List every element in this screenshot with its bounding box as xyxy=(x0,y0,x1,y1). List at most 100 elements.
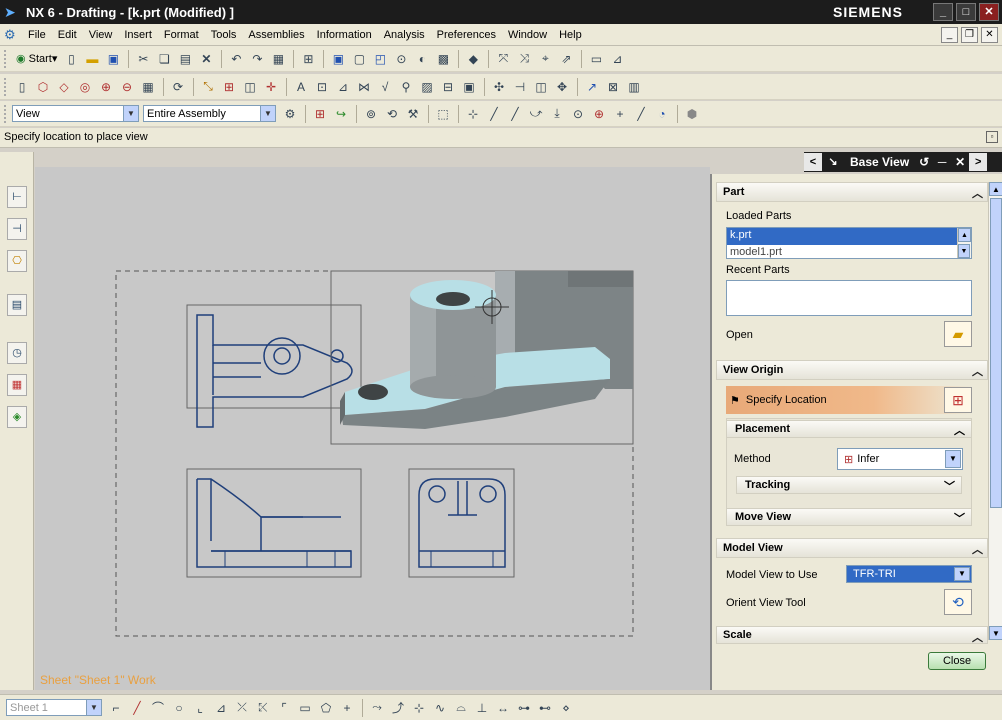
model-view-combo[interactable]: TFR-TRI ▼ xyxy=(846,565,972,583)
update-view-icon[interactable]: ⟳ xyxy=(168,77,188,97)
existing-point-snap-icon[interactable]: + xyxy=(610,104,630,124)
tool-icon[interactable]: ⚒ xyxy=(403,104,423,124)
detail-view-icon[interactable]: ◎ xyxy=(75,77,95,97)
doc-restore-button[interactable]: ❐ xyxy=(961,26,978,43)
pattern-icon[interactable]: ⊹ xyxy=(409,698,429,718)
delete-icon[interactable]: ✕ xyxy=(196,49,216,69)
open-folder-icon[interactable]: ▬ xyxy=(82,49,102,69)
menu-help[interactable]: Help xyxy=(553,29,588,41)
datum-icon[interactable]: ⊿ xyxy=(333,77,353,97)
menu-preferences[interactable]: Preferences xyxy=(431,29,502,41)
open-folder-button[interactable]: ▰ xyxy=(944,321,972,347)
endpoint-snap-icon[interactable]: ⊹ xyxy=(463,104,483,124)
corner-icon[interactable]: ⌜ xyxy=(274,698,294,718)
select-view-icon[interactable]: ⤧ xyxy=(493,49,513,69)
hidden-icon[interactable]: ⟲ xyxy=(382,104,402,124)
control-point-snap-icon[interactable]: ⤻ xyxy=(526,104,546,124)
profile-icon[interactable]: ⌐ xyxy=(106,698,126,718)
menu-tools[interactable]: Tools xyxy=(205,29,243,41)
rectangle-icon[interactable]: ▭ xyxy=(295,698,315,718)
weld-icon[interactable]: ⋈ xyxy=(354,77,374,97)
pan-icon[interactable]: ◰ xyxy=(370,49,390,69)
top-view[interactable] xyxy=(186,304,362,428)
surface-finish-icon[interactable]: √ xyxy=(375,77,395,97)
crosshair-icon[interactable]: ✛ xyxy=(261,77,281,97)
chevron-left-icon[interactable]: < xyxy=(804,153,822,171)
close-dialog-icon[interactable]: ✕ xyxy=(951,155,969,169)
point-on-surface-snap-icon[interactable]: ◔ xyxy=(652,104,672,124)
menu-window[interactable]: Window xyxy=(502,29,553,41)
fit-icon[interactable]: ▣ xyxy=(328,49,348,69)
trim-icon[interactable]: ⤫ xyxy=(232,698,252,718)
balloon-icon[interactable]: ⚲ xyxy=(396,77,416,97)
parts-list-icon[interactable]: ↗ xyxy=(582,77,602,97)
table-icon[interactable]: ⊟ xyxy=(438,77,458,97)
copy-icon[interactable]: ❏ xyxy=(154,49,174,69)
zoom-icon[interactable]: ▢ xyxy=(349,49,369,69)
cut-icon[interactable]: ✂ xyxy=(133,49,153,69)
base-view-icon[interactable]: ⬡ xyxy=(33,77,53,97)
section-view-icon[interactable]: ⊕ xyxy=(96,77,116,97)
auto-constraint-icon[interactable]: ⊶ xyxy=(514,698,534,718)
shaded-icon[interactable]: ▩ xyxy=(433,49,453,69)
rectangle-select-icon[interactable]: ⬚ xyxy=(433,104,453,124)
drawing-sheet[interactable] xyxy=(35,167,710,690)
select-arrow-icon[interactable]: ↪ xyxy=(331,104,351,124)
align-icon[interactable]: ⊣ xyxy=(510,77,530,97)
side-view[interactable] xyxy=(408,468,515,578)
scroll-down-icon[interactable]: ▼ xyxy=(989,626,1002,640)
repeat-command-icon[interactable]: ▦ xyxy=(268,49,288,69)
constraint-icon[interactable]: ⊥ xyxy=(472,698,492,718)
reuse-library-icon[interactable]: ▤ xyxy=(7,294,27,316)
isometric-view-preview[interactable] xyxy=(330,270,634,445)
redo-icon[interactable]: ↷ xyxy=(247,49,267,69)
menu-view[interactable]: View xyxy=(83,29,119,41)
new-file-icon[interactable]: ▯ xyxy=(61,49,81,69)
type-filter-combo[interactable]: View ▼ xyxy=(12,105,139,122)
midpoint-snap-icon[interactable]: ╱ xyxy=(505,104,525,124)
menu-file[interactable]: File xyxy=(22,29,52,41)
chamfer-icon[interactable]: ⊿ xyxy=(211,698,231,718)
save-icon[interactable]: ▣ xyxy=(103,49,123,69)
line-snap-icon[interactable]: ╱ xyxy=(484,104,504,124)
part-navigator-icon[interactable]: ⎔ xyxy=(7,250,27,272)
measure-icon[interactable]: ⊿ xyxy=(607,49,627,69)
start-button[interactable]: ◉ Start ▾ xyxy=(12,49,61,69)
display-constraints-icon[interactable]: ⊷ xyxy=(535,698,555,718)
menu-edit[interactable]: Edit xyxy=(52,29,83,41)
mirror-icon[interactable]: ⤴ xyxy=(388,698,408,718)
note-icon[interactable]: A xyxy=(291,77,311,97)
collapse-dialog-icon[interactable]: ─ xyxy=(933,155,951,169)
projected-view-icon[interactable]: ◇ xyxy=(54,77,74,97)
feature-control-icon[interactable]: ⊡ xyxy=(312,77,332,97)
reset-icon[interactable]: ↺ xyxy=(915,155,933,169)
specify-location-row[interactable]: ⚑ Specify Location xyxy=(726,386,972,414)
snap-point-icon[interactable]: ✣ xyxy=(489,77,509,97)
arc-center-snap-icon[interactable]: ⊙ xyxy=(568,104,588,124)
snap-settings-icon[interactable]: ⬢ xyxy=(682,104,702,124)
utility-symbol-icon[interactable]: ⊞ xyxy=(219,77,239,97)
dock-arrow-icon[interactable]: ↘ xyxy=(824,153,842,171)
scroll-thumb[interactable] xyxy=(990,198,1002,508)
wireframe-icon[interactable]: ⊚ xyxy=(361,104,381,124)
menu-analysis[interactable]: Analysis xyxy=(378,29,431,41)
point-icon[interactable]: ✥ xyxy=(552,77,572,97)
selection-filter-icon[interactable]: ⚙ xyxy=(280,104,300,124)
move-view-header[interactable]: Move View ﹀ xyxy=(726,508,972,526)
chevron-right-icon[interactable]: > xyxy=(969,153,988,171)
chevron-up-icon[interactable]: ▲ xyxy=(958,228,971,242)
spline-icon[interactable]: ∿ xyxy=(430,698,450,718)
view-origin-group-header[interactable]: View Origin ︿ xyxy=(716,360,988,380)
minimize-button[interactable]: _ xyxy=(933,3,953,21)
arc-icon[interactable]: ⌒ xyxy=(148,698,168,718)
render-style-icon[interactable]: ◐ xyxy=(412,49,432,69)
polygon-icon[interactable]: ⬠ xyxy=(316,698,336,718)
scroll-up-icon[interactable]: ▲ xyxy=(989,182,1002,196)
point-tool-icon[interactable]: + xyxy=(337,698,357,718)
line-icon[interactable]: ╱ xyxy=(127,698,147,718)
orient-view-tool-button[interactable]: ⟲ xyxy=(944,589,972,615)
ruler-icon[interactable]: ▭ xyxy=(586,49,606,69)
snap-options-icon[interactable]: ⊞ xyxy=(310,104,330,124)
cue-options-icon[interactable]: ▫ xyxy=(986,131,998,143)
filter-icon[interactable]: ⌖ xyxy=(535,49,555,69)
